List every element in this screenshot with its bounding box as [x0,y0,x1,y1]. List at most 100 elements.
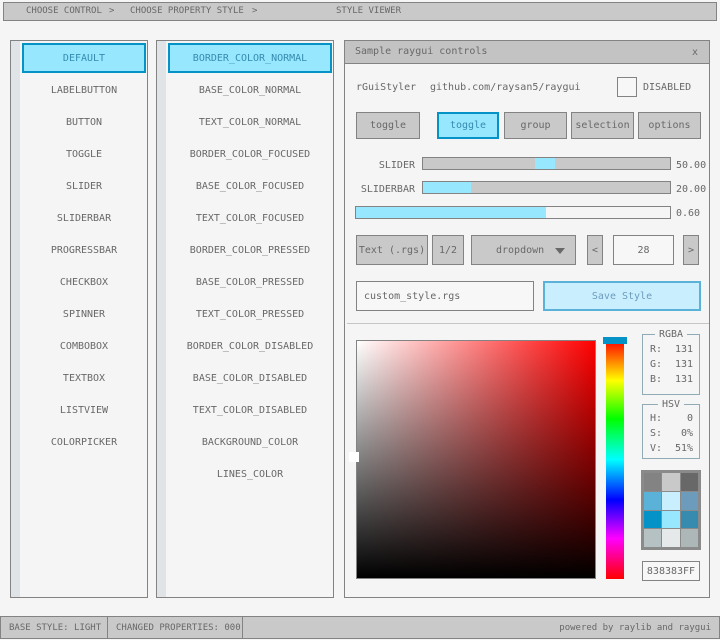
property-item-base_color_normal[interactable]: BASE_COLOR_NORMAL [168,75,332,105]
spinner-value-box[interactable]: 28 [613,235,674,265]
filename-textbox[interactable]: custom_style.rgs [356,281,534,311]
slider-label: SLIDER [379,160,415,171]
style-color-swatch [644,473,661,491]
hsv-groupbox: HSV H:0S:0%V:51% [642,404,700,459]
breadcrumb-style-viewer: STYLE VIEWER [336,6,401,16]
property-item-text_color_disabled[interactable]: TEXT_COLOR_DISABLED [168,395,332,425]
property-item-text_color_pressed[interactable]: TEXT_COLOR_PRESSED [168,299,332,329]
rguistyler-app: CHOOSE CONTROL > CHOOSE PROPERTY STYLE >… [0,0,720,640]
toggle-group-group[interactable]: group [504,112,567,139]
style-color-swatch [644,511,661,529]
control-item-labelbutton[interactable]: LABELBUTTON [22,75,146,105]
hue-bar[interactable] [606,340,624,579]
control-item-sliderbar[interactable]: SLIDERBAR [22,203,146,233]
separator-line [347,323,709,324]
control-item-spinner[interactable]: SPINNER [22,299,146,329]
progressbar-value: 0.60 [676,208,700,219]
toggle-button[interactable]: toggle [356,112,420,139]
sliderbar[interactable] [422,181,671,194]
window-title: Sample raygui controls [355,46,487,57]
app-name-label: rGuiStyler [356,82,416,93]
properties-list-scrollbar[interactable] [157,41,166,597]
control-item-slider[interactable]: SLIDER [22,171,146,201]
disabled-checkbox-label: DISABLED [643,82,691,93]
window-titlebar[interactable]: Sample raygui controls x [345,41,709,64]
style-color-swatch [681,511,698,529]
property-item-background_color[interactable]: BACKGROUND_COLOR [168,427,332,457]
dropdown-label: dropdown [496,245,544,256]
control-item-toggle[interactable]: TOGGLE [22,139,146,169]
rgba-value: 131 [675,359,693,370]
rgba-row: B:131 [650,374,693,385]
rgba-row: G: 131 [650,359,693,370]
property-item-base_color_focused[interactable]: BASE_COLOR_FOCUSED [168,171,332,201]
property-item-border_color_disabled[interactable]: BORDER_COLOR_DISABLED [168,331,332,361]
control-item-progressbar[interactable]: PROGRESSBAR [22,235,146,265]
control-item-colorpicker[interactable]: COLORPICKER [22,427,146,457]
rgba-row: R:131 [650,344,693,355]
slider-value: 50.00 [676,160,706,171]
spinner-decrement-button[interactable]: < [587,235,603,265]
style-color-swatch [662,511,679,529]
style-color-swatch [681,473,698,491]
style-color-swatch [662,492,679,510]
save-style-button[interactable]: Save Style [543,281,701,311]
toggle-group-options[interactable]: options [638,112,701,139]
property-item-text_color_normal[interactable]: TEXT_COLOR_NORMAL [168,107,332,137]
control-item-listview[interactable]: LISTVIEW [22,395,146,425]
controls-list-scrollbar[interactable] [11,41,20,597]
disabled-checkbox[interactable] [617,77,637,97]
control-item-default[interactable]: DEFAULT [22,43,146,73]
toggle-group-toggle[interactable]: toggle [437,112,499,139]
breadcrumb-choose-property-style: CHOOSE PROPERTY STYLE [130,6,244,16]
breadcrumb-bar: CHOOSE CONTROL > CHOOSE PROPERTY STYLE >… [3,2,717,21]
property-item-border_color_normal[interactable]: BORDER_COLOR_NORMAL [168,43,332,73]
property-item-border_color_focused[interactable]: BORDER_COLOR_FOCUSED [168,139,332,169]
property-item-text_color_focused[interactable]: TEXT_COLOR_FOCUSED [168,203,332,233]
slider[interactable] [422,157,671,170]
toggle-group-selection[interactable]: selection [571,112,634,139]
property-item-border_color_pressed[interactable]: BORDER_COLOR_PRESSED [168,235,332,265]
text-rgs-button[interactable]: Text (.rgs) [356,235,428,265]
hsv-row: S: 0% [650,428,693,439]
control-item-button[interactable]: BUTTON [22,107,146,137]
spinner-increment-button[interactable]: > [683,235,699,265]
property-item-base_color_disabled[interactable]: BASE_COLOR_DISABLED [168,363,332,393]
style-color-swatch [681,492,698,510]
sliderbar-label: SLIDERBAR [361,184,415,195]
color-panel-cursor[interactable] [349,452,359,462]
hsv-value: 0 [687,413,693,424]
hex-color-textbox[interactable]: 838383FF [642,561,700,581]
close-icon[interactable]: x [687,44,703,60]
hsv-title: HSV [658,399,684,410]
hsv-label: S: [650,428,662,439]
hue-bar-handle[interactable] [603,337,627,344]
color-panel[interactable] [356,340,596,579]
hsv-row: V: 51% [650,443,693,454]
control-item-textbox[interactable]: TEXTBOX [22,363,146,393]
sample-controls-window: Sample raygui controls x rGuiStyler gith… [344,40,710,598]
statusbar-powered-by: powered by raylib and raygui [242,616,720,639]
slider-thumb[interactable] [535,158,555,169]
control-item-combobox[interactable]: COMBOBOX [22,331,146,361]
github-link[interactable]: github.com/raysan5/raygui [430,82,581,93]
style-color-swatch [644,529,661,547]
chevron-down-icon [555,248,565,254]
hsv-value: 0% [681,428,693,439]
dropdown[interactable]: dropdown [471,235,576,265]
rgba-label: G: [650,359,662,370]
rgba-groupbox: RGBA R:131G:131B:131 [642,334,700,395]
chevron-right-icon: > [252,6,257,16]
half-button[interactable]: 1/2 [432,235,464,265]
hsv-label: V: [650,443,662,454]
hsv-row: H:0 [650,413,693,424]
progressbar-fill [356,207,546,218]
property-item-base_color_pressed[interactable]: BASE_COLOR_PRESSED [168,267,332,297]
statusbar-changed-properties: CHANGED PROPERTIES: 000 [107,616,243,639]
control-item-checkbox[interactable]: CHECKBOX [22,267,146,297]
controls-list-panel: DEFAULTLABELBUTTONBUTTONTOGGLESLIDERSLID… [10,40,148,598]
sliderbar-fill [423,182,471,193]
property-item-lines_color[interactable]: LINES_COLOR [168,459,332,489]
rgba-label: B: [650,374,662,385]
hsv-value: 51% [675,443,693,454]
